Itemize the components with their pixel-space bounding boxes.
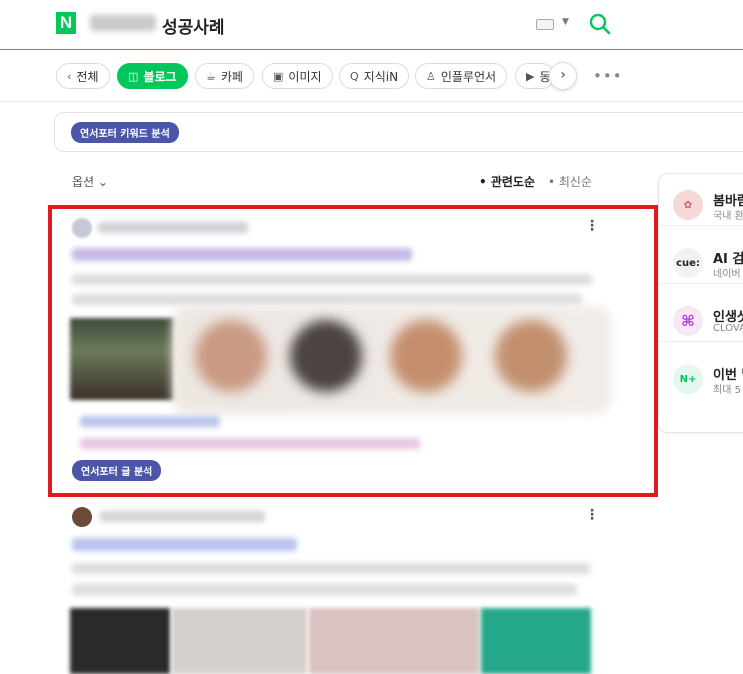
post-snippet-blurred [72,584,577,595]
side-item-sub: 최대 5 [713,385,741,396]
sort-relevance[interactable]: • 관련도순 [479,173,535,190]
search-query-text[interactable]: 성공사례 [162,13,225,38]
tab-label: 인플루언서 [440,69,497,84]
tab-all[interactable]: ‹ 전체 [56,63,110,89]
person-icon: ♙ [426,69,436,83]
tab-label: 카페 [220,69,243,84]
blog-icon: ◫ [128,69,139,83]
flower-icon: ✿ [673,190,703,220]
side-item[interactable]: ✿ 봄바람 국내 환 [659,182,743,226]
chevron-right-icon: › [560,67,566,83]
search-tabs: ‹ 전체 ◫ 블로그 ☕ 카페 ▣ 이미지 Q 지식iN ♙ 인플루언서 ▶ 동 › ••• [0,50,743,102]
cue-icon: cue: [673,248,703,278]
options-label: 옵션 [72,175,95,189]
side-item[interactable]: N+ 이번 달 최대 5 [659,356,743,400]
chevron-left-icon: ‹ [67,69,72,83]
author-blurred [100,511,265,522]
image-icon: ▣ [273,69,284,83]
tabs-next-button[interactable]: › [549,62,577,90]
post-image[interactable] [481,608,591,674]
side-panel: ✿ 봄바람 국내 환 cue: AI 검색 네이버 ⌘ 인생샷 CLOVA N+… [658,173,743,433]
post-snippet-blurred [72,563,590,574]
clova-icon: ⌘ [673,306,703,336]
side-item-sub: 네이버 [713,269,741,280]
play-icon: ▶ [526,69,535,83]
cafe-icon: ☕ [206,69,216,83]
tab-blog[interactable]: ◫ 블로그 [117,63,188,89]
tab-kin[interactable]: Q 지식iN [339,63,410,89]
post-image[interactable] [172,608,307,674]
keyboard-icon[interactable] [536,19,554,30]
chevron-down-icon: ⌄ [97,175,108,189]
side-item-sub: CLOVA [713,323,743,334]
more-vertical-icon[interactable]: ⋮ [585,507,599,523]
side-item[interactable]: ⌘ 인생샷 CLOVA [659,298,743,342]
post-image[interactable] [70,608,170,674]
tab-label: 블로그 [143,69,177,84]
keyword-analysis-pill[interactable]: 연서포터 키워드 분석 [71,122,179,143]
highlight-box [48,205,658,497]
side-item-sub: 국내 환 [713,211,743,222]
side-item[interactable]: cue: AI 검색 네이버 [659,240,743,284]
tab-cafe[interactable]: ☕ 카페 [195,63,254,89]
query-blurred-text [90,15,156,31]
sort-recent[interactable]: • 최신순 [548,173,592,190]
chevron-down-icon[interactable]: ▼ [562,17,569,27]
tab-label: 전체 [76,69,99,84]
search-header: N 성공사례 ▼ [0,0,743,50]
search-icon[interactable] [588,12,612,36]
avatar[interactable] [72,507,92,527]
options-dropdown[interactable]: 옵션 ⌄ [72,173,108,190]
tab-label: 이미지 [288,69,322,84]
post-image[interactable] [309,608,479,674]
keyword-analysis-box: 연서포터 키워드 분석 [54,112,743,152]
tab-influencer[interactable]: ♙ 인플루언서 [415,63,508,89]
q-icon: Q [350,69,359,83]
post-title-blurred[interactable] [72,538,297,551]
tab-image[interactable]: ▣ 이미지 [262,63,333,89]
naver-logo[interactable]: N [56,12,76,34]
more-icon[interactable]: ••• [593,67,623,85]
tab-label: 지식iN [363,69,399,84]
naver-plus-icon: N+ [673,364,703,394]
